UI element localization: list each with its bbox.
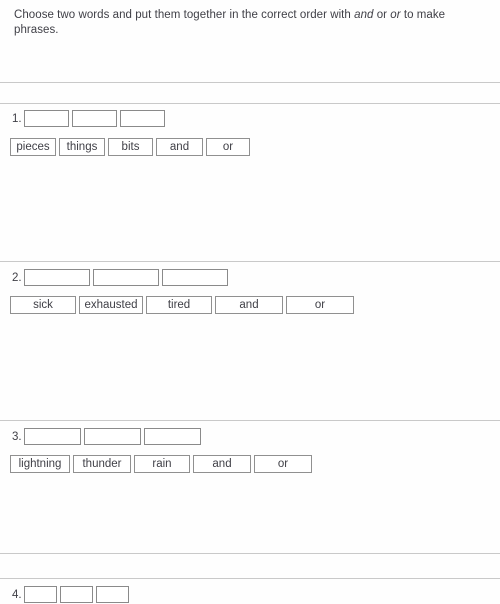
answer-row: 2. <box>0 269 500 286</box>
question-block: 4. <box>0 586 500 603</box>
question-block: 3. lightning thunder rain and or <box>0 428 500 473</box>
word-bank: sick exhausted tired and or <box>0 296 500 314</box>
section-divider <box>0 553 500 554</box>
answer-drop-box[interactable] <box>24 586 57 603</box>
section-divider <box>0 261 500 262</box>
question-number: 4. <box>12 588 22 601</box>
answer-row: 4. <box>0 586 500 603</box>
word-chip[interactable]: things <box>59 138 105 156</box>
answer-row: 1. <box>0 110 500 127</box>
question-number: 3. <box>12 430 22 443</box>
word-chip[interactable]: or <box>286 296 354 314</box>
section-divider <box>0 578 500 579</box>
instruction-text: Choose two words and put them together i… <box>0 0 500 38</box>
answer-drop-box[interactable] <box>72 110 117 127</box>
answer-drop-box[interactable] <box>93 269 159 286</box>
instruction-emphasis-or: or <box>390 9 401 21</box>
word-chip[interactable]: pieces <box>10 138 56 156</box>
word-chip[interactable]: thunder <box>73 455 131 473</box>
section-divider <box>0 420 500 421</box>
word-chip[interactable]: and <box>193 455 251 473</box>
answer-row: 3. <box>0 428 500 445</box>
question-block: 1. pieces things bits and or <box>0 110 500 156</box>
question-number: 1. <box>12 112 22 125</box>
worksheet-page: Choose two words and put them together i… <box>0 0 500 604</box>
word-chip[interactable]: tired <box>146 296 212 314</box>
word-bank: pieces things bits and or <box>0 138 500 156</box>
word-chip[interactable]: bits <box>108 138 153 156</box>
instruction-emphasis-and: and <box>354 9 374 21</box>
question-number: 2. <box>12 271 22 284</box>
word-bank: lightning thunder rain and or <box>0 455 500 473</box>
question-block: 2. sick exhausted tired and or <box>0 269 500 314</box>
answer-drop-box[interactable] <box>84 428 141 445</box>
answer-drop-box[interactable] <box>24 110 69 127</box>
word-chip[interactable]: or <box>254 455 312 473</box>
answer-drop-box[interactable] <box>144 428 201 445</box>
section-divider <box>0 82 500 83</box>
answer-drop-box[interactable] <box>162 269 228 286</box>
section-divider <box>0 103 500 104</box>
answer-drop-box[interactable] <box>24 269 90 286</box>
word-chip[interactable]: sick <box>10 296 76 314</box>
word-chip[interactable]: rain <box>134 455 190 473</box>
word-chip[interactable]: and <box>156 138 203 156</box>
word-chip[interactable]: or <box>206 138 250 156</box>
answer-drop-box[interactable] <box>24 428 81 445</box>
answer-drop-box[interactable] <box>60 586 93 603</box>
word-chip[interactable]: and <box>215 296 283 314</box>
word-chip[interactable]: lightning <box>10 455 70 473</box>
answer-drop-box[interactable] <box>96 586 129 603</box>
instruction-part-1: Choose two words and put them together i… <box>14 9 355 21</box>
word-chip[interactable]: exhausted <box>79 296 143 314</box>
answer-drop-box[interactable] <box>120 110 165 127</box>
instruction-middle: or <box>373 9 391 21</box>
